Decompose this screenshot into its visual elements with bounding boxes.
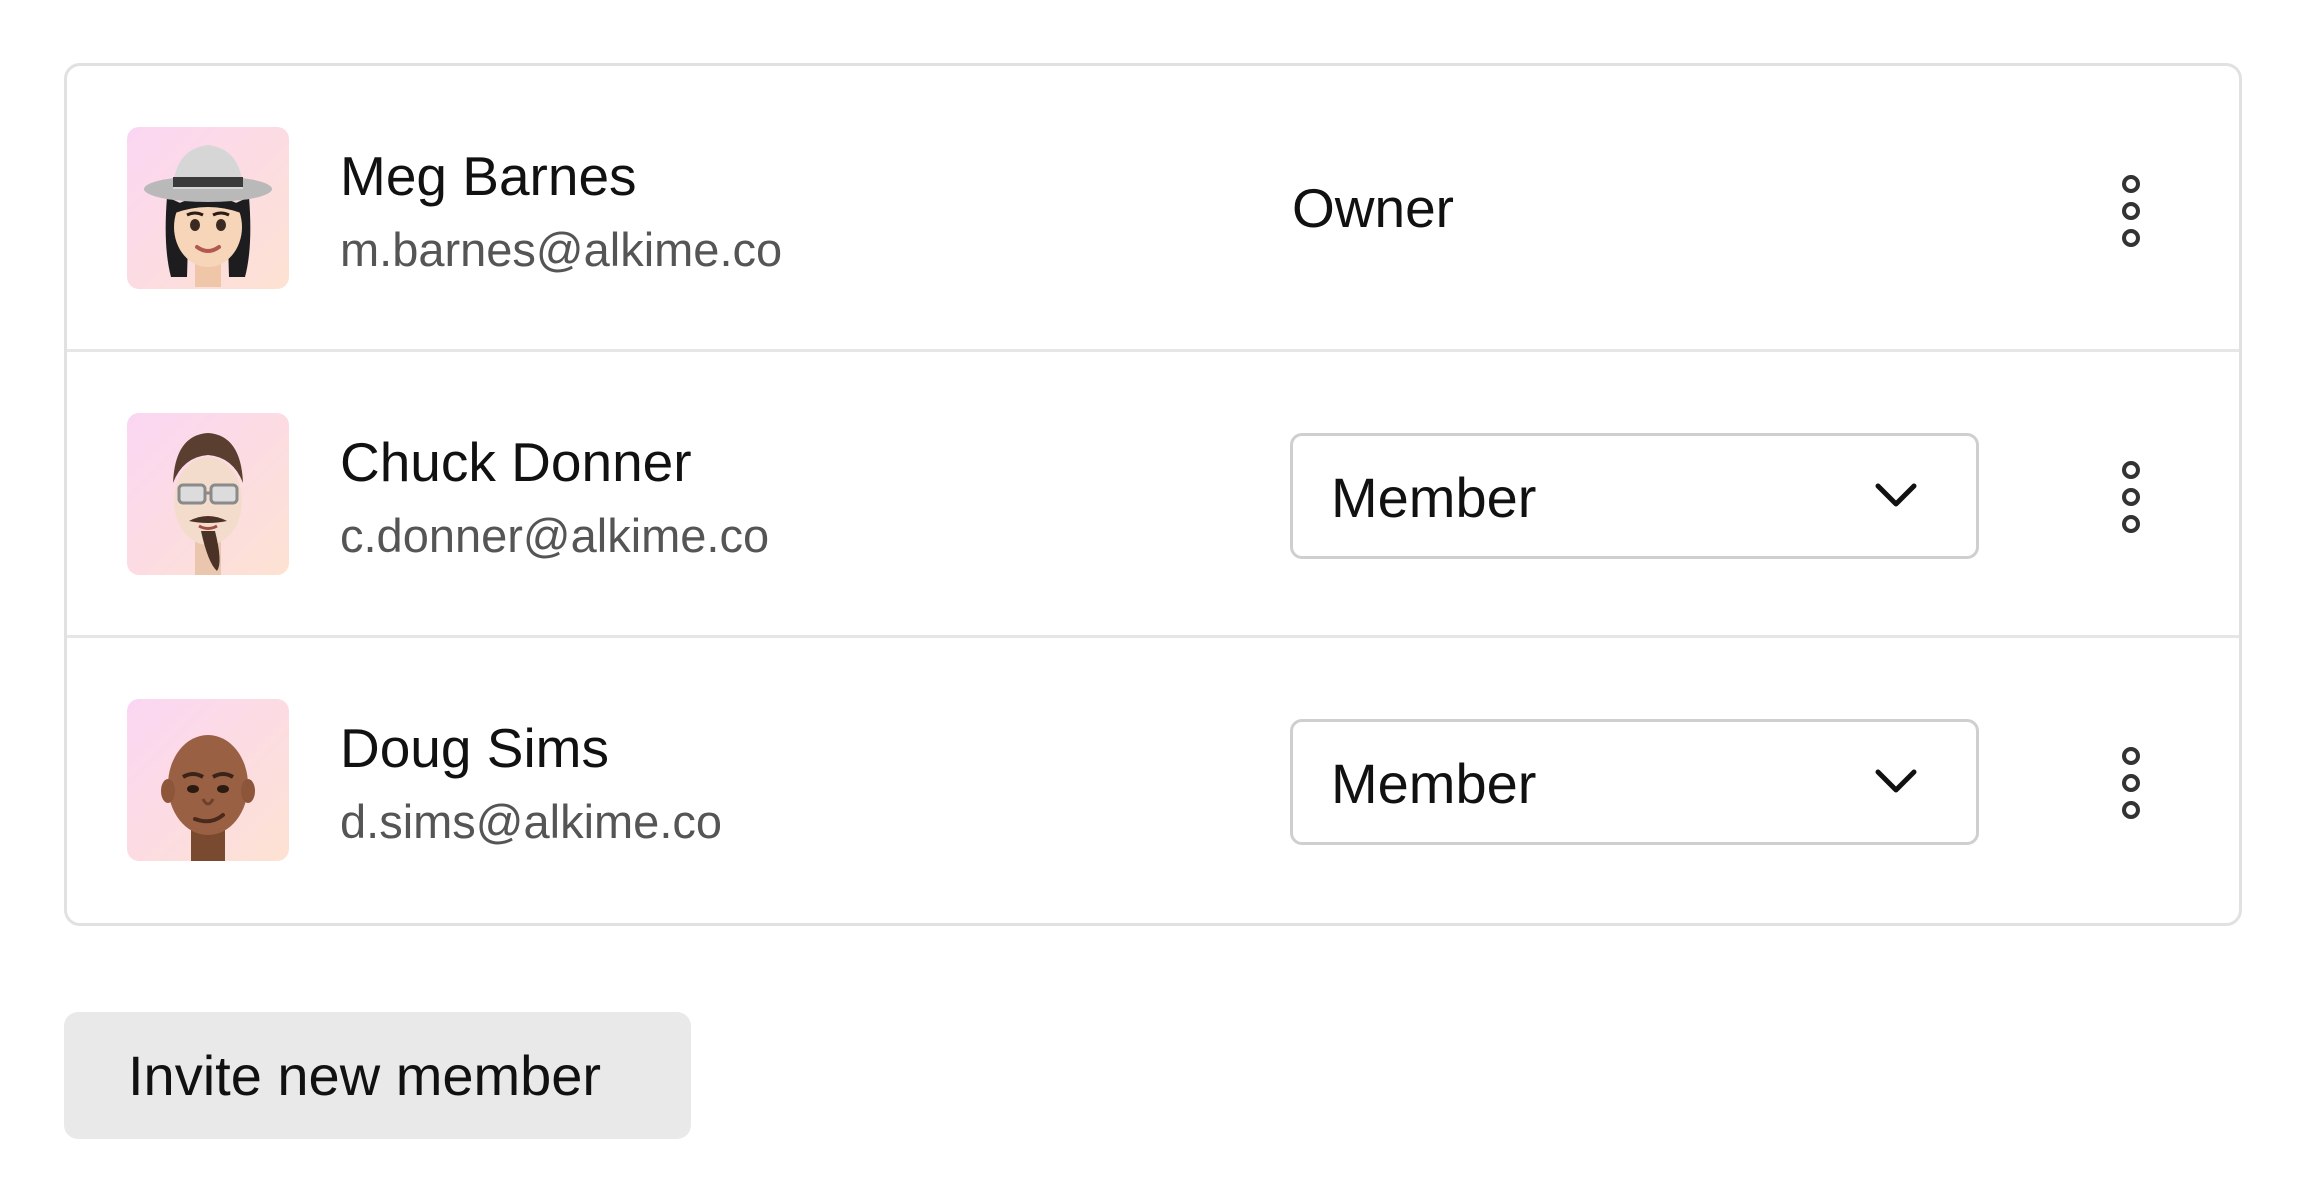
member-name: Chuck Donner: [340, 431, 692, 493]
role-select-value: Member: [1331, 752, 1537, 815]
memoji-man-glasses-icon: [173, 433, 243, 575]
member-name: Doug Sims: [340, 717, 609, 779]
member-row: Chuck Donner c.donner@alkime.co Member: [67, 352, 2239, 638]
invite-member-button[interactable]: Invite new member: [64, 1012, 691, 1139]
role-select-value: Member: [1331, 466, 1537, 529]
chevron-down-icon: [1875, 483, 1917, 507]
memoji-woman-hat-icon: [144, 145, 272, 287]
kebab-menu-icon: [2122, 175, 2140, 247]
avatar: [127, 699, 289, 861]
kebab-menu-icon: [2122, 747, 2140, 819]
memoji-man-bald-icon: [161, 735, 255, 861]
role-label: Owner: [1292, 177, 1454, 239]
member-email: c.donner@alkime.co: [340, 509, 770, 562]
more-options-button[interactable]: [2101, 452, 2161, 542]
member-email: m.barnes@alkime.co: [340, 223, 783, 276]
kebab-menu-icon: [2122, 461, 2140, 533]
member-row: Doug Sims d.sims@alkime.co Member: [67, 638, 2239, 924]
role-select[interactable]: Member: [1290, 719, 1979, 845]
avatar: [127, 413, 289, 575]
chevron-down-icon: [1875, 769, 1917, 793]
member-email: d.sims@alkime.co: [340, 795, 723, 848]
more-options-button[interactable]: [2101, 738, 2161, 828]
members-list: Meg Barnes m.barnes@alkime.co Owner Chuc…: [64, 63, 2242, 926]
avatar: [127, 127, 289, 289]
more-options-button[interactable]: [2101, 166, 2161, 256]
role-select[interactable]: Member: [1290, 433, 1979, 559]
member-row: Meg Barnes m.barnes@alkime.co Owner: [67, 66, 2239, 352]
member-name: Meg Barnes: [340, 145, 637, 207]
